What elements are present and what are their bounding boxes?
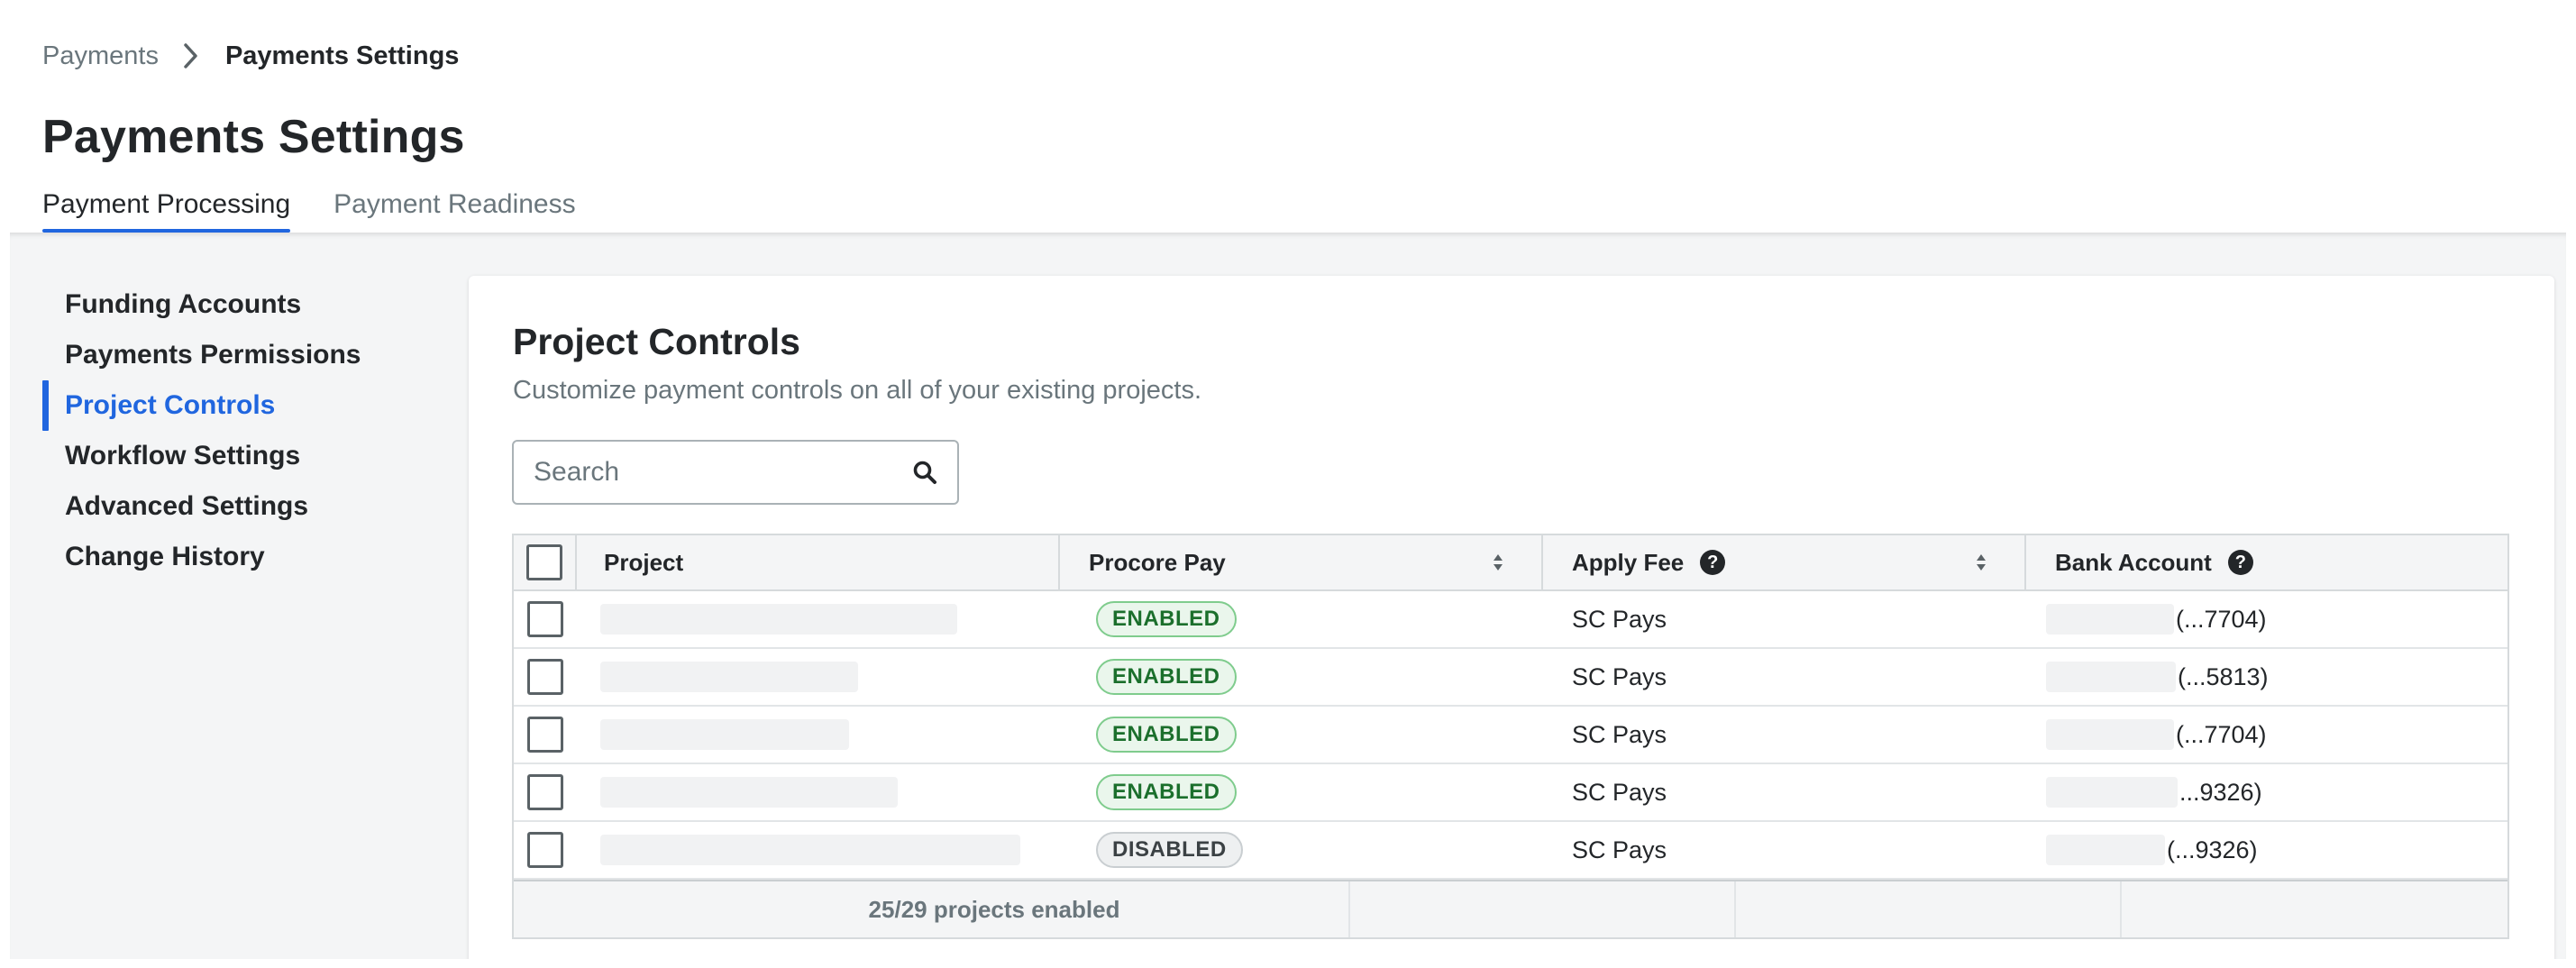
project-cell [577, 649, 1060, 705]
procore-pay-cell: ENABLED [1060, 764, 1543, 820]
search-box [512, 440, 959, 505]
row-select-cell [514, 591, 577, 647]
projects-enabled-summary: 25/29 projects enabled [514, 881, 1350, 937]
bank-name-placeholder [2046, 835, 2165, 865]
apply-fee-cell: SC Pays [1572, 836, 1667, 863]
table-row[interactable]: DISABLED SC Pays (...9326) [514, 822, 2507, 880]
procore-pay-cell: ENABLED [1060, 707, 1543, 763]
bank-account-number: (...7704) [2176, 605, 2267, 633]
status-badge: ENABLED [1096, 601, 1237, 637]
row-select-cell [514, 764, 577, 820]
tab-payment-processing[interactable]: Payment Processing [42, 189, 291, 233]
status-badge: ENABLED [1096, 717, 1237, 753]
footer-cell [1350, 881, 1736, 937]
help-icon[interactable]: ? [2227, 550, 2253, 575]
help-icon[interactable]: ? [1700, 550, 1726, 575]
sidebar-item-change-history[interactable]: Change History [42, 532, 439, 582]
sidebar-item-funding-accounts[interactable]: Funding Accounts [42, 279, 439, 330]
status-badge: DISABLED [1096, 832, 1243, 868]
apply-fee-cell: SC Pays [1572, 720, 1667, 748]
sidebar-item-advanced-settings[interactable]: Advanced Settings [42, 481, 439, 532]
bank-account-number: (...7704) [2176, 720, 2267, 748]
status-badge: ENABLED [1096, 774, 1237, 810]
project-name-placeholder [600, 719, 849, 750]
sidebar-item-workflow-settings[interactable]: Workflow Settings [42, 431, 439, 481]
table-row[interactable]: ENABLED SC Pays (...7704) [514, 707, 2507, 764]
procore-pay-cell: ENABLED [1060, 591, 1543, 647]
footer-cell [2122, 881, 2507, 937]
bank-account-number: (...9326) [2167, 836, 2258, 863]
settings-sidebar: Funding Accounts Payments Permissions Pr… [42, 279, 439, 582]
procore-pay-cell: ENABLED [1060, 649, 1543, 705]
column-header-procore-pay[interactable]: Procore Pay [1060, 535, 1543, 589]
main-content: Funding Accounts Payments Permissions Pr… [10, 233, 2566, 959]
table-row[interactable]: ENABLED SC Pays (...5813) [514, 649, 2507, 707]
project-cell [577, 764, 1060, 820]
project-controls-table: Project Procore Pay Apply Fee ? Bank Acc… [512, 534, 2509, 939]
page-title: Payments Settings [42, 111, 465, 163]
chevron-right-icon [175, 40, 207, 72]
project-name-placeholder [600, 604, 957, 635]
sidebar-item-project-controls[interactable]: Project Controls [42, 380, 439, 431]
bank-account-cell: (...7704) [2026, 707, 2507, 763]
tab-bar: Payment Processing Payment Readiness [42, 189, 619, 233]
table-row[interactable]: ENABLED SC Pays (...7704) [514, 591, 2507, 649]
search-icon[interactable] [910, 458, 939, 487]
column-header-bank-account-label: Bank Account [2055, 548, 2212, 576]
breadcrumb-current: Payments Settings [224, 41, 460, 70]
card-title: Project Controls [513, 321, 800, 362]
row-checkbox[interactable] [527, 774, 563, 810]
procore-pay-cell: DISABLED [1060, 822, 1543, 878]
column-header-apply-fee-label: Apply Fee [1572, 548, 1685, 576]
bank-name-placeholder [2046, 604, 2174, 635]
tab-payment-readiness[interactable]: Payment Readiness [333, 189, 575, 233]
row-checkbox[interactable] [527, 717, 563, 753]
table-footer: 25/29 projects enabled [514, 880, 2507, 937]
project-controls-card: Project Controls Customize payment contr… [469, 276, 2554, 959]
project-name-placeholder [600, 777, 898, 808]
column-header-project-label: Project [604, 548, 684, 576]
apply-fee-cell: SC Pays [1572, 662, 1667, 690]
bank-account-number: (...5813) [2178, 662, 2269, 690]
sort-icon[interactable] [1974, 552, 1988, 573]
search-input[interactable] [534, 457, 910, 488]
footer-cell [1736, 881, 2122, 937]
sort-icon[interactable] [1491, 552, 1505, 573]
row-checkbox[interactable] [527, 832, 563, 868]
column-header-procore-pay-label: Procore Pay [1089, 548, 1226, 576]
breadcrumb: Payments Payments Settings [42, 40, 459, 72]
select-all-cell [514, 535, 577, 589]
status-badge: ENABLED [1096, 659, 1237, 695]
project-cell [577, 707, 1060, 763]
column-header-bank-account[interactable]: Bank Account ? [2026, 535, 2507, 589]
bank-name-placeholder [2046, 777, 2178, 808]
row-checkbox[interactable] [527, 601, 563, 637]
bank-name-placeholder [2046, 662, 2176, 692]
project-name-placeholder [600, 835, 1020, 865]
bank-account-number: ...9326) [2179, 778, 2262, 806]
sidebar-item-payments-permissions[interactable]: Payments Permissions [42, 330, 439, 380]
project-cell [577, 591, 1060, 647]
card-description: Customize payment controls on all of you… [513, 376, 1202, 405]
row-select-cell [514, 649, 577, 705]
apply-fee-cell: SC Pays [1572, 778, 1667, 806]
bank-account-cell: ...9326) [2026, 764, 2507, 820]
bank-account-cell: (...7704) [2026, 591, 2507, 647]
bank-name-placeholder [2046, 719, 2174, 750]
apply-fee-cell: SC Pays [1572, 605, 1667, 633]
project-name-placeholder [600, 662, 858, 692]
breadcrumb-payments-link[interactable]: Payments [42, 41, 159, 71]
bank-account-cell: (...9326) [2026, 822, 2507, 878]
table-row[interactable]: ENABLED SC Pays ...9326) [514, 764, 2507, 822]
row-select-cell [514, 822, 577, 878]
bank-account-cell: (...5813) [2026, 649, 2507, 705]
column-header-apply-fee[interactable]: Apply Fee ? [1543, 535, 2026, 589]
project-cell [577, 822, 1060, 878]
column-header-project[interactable]: Project [577, 535, 1060, 589]
row-checkbox[interactable] [527, 659, 563, 695]
table-header: Project Procore Pay Apply Fee ? Bank Acc… [514, 535, 2507, 591]
select-all-checkbox[interactable] [526, 544, 562, 580]
row-select-cell [514, 707, 577, 763]
